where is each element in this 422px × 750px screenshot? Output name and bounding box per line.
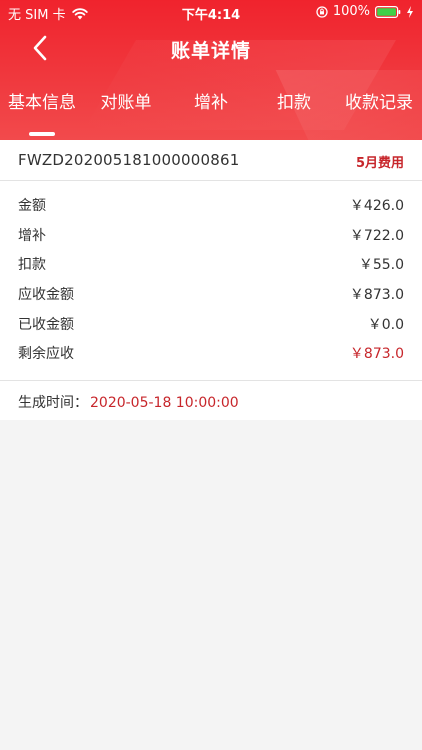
- page-title: 账单详情: [170, 40, 251, 62]
- amount-row-remaining: 剩余应收 ￥873.0: [0, 339, 422, 369]
- amount-list: 金额 ￥426.0 增补 ￥722.0 扣款 ￥55.0 应收金额 ￥873.0…: [0, 191, 422, 369]
- generated-time-row: 生成时间： 2020-05-18 10:00:00: [18, 392, 239, 412]
- amount-label: 增补: [18, 227, 46, 244]
- generated-time-label: 生成时间：: [18, 395, 88, 411]
- tab-statement[interactable]: 对账单: [92, 88, 160, 124]
- generated-time-value: 2020-05-18 10:00:00: [90, 395, 239, 411]
- amount-value: ￥426.0: [349, 198, 404, 214]
- amount-value: ￥722.0: [349, 227, 404, 244]
- divider: [0, 380, 422, 381]
- amount-row-received: 已收金额 ￥0.0: [0, 310, 422, 340]
- header: 无 SIM 卡 下午4:14 100% 账单详情 基本信息 对账单 增补 扣款 …: [0, 0, 422, 140]
- status-bar: 无 SIM 卡 下午4:14 100%: [0, 0, 422, 24]
- amount-value: ￥873.0: [349, 287, 404, 304]
- orientation-lock-icon: [316, 5, 328, 18]
- tab-basic-info[interactable]: 基本信息: [2, 88, 82, 124]
- amount-row-receivable: 应收金额 ￥873.0: [0, 280, 422, 310]
- amount-label: 扣款: [18, 257, 46, 274]
- amount-label: 应收金额: [18, 287, 74, 304]
- battery-icon: [375, 5, 401, 18]
- tab-deduction[interactable]: 扣款: [271, 88, 317, 124]
- tab-payment-records[interactable]: 收款记录: [338, 88, 420, 124]
- status-right: 100%: [316, 4, 414, 19]
- amount-row-amount: 金额 ￥426.0: [0, 191, 422, 221]
- tab-bar: 基本信息 对账单 增补 扣款 收款记录: [0, 88, 422, 124]
- tab-supplement[interactable]: 增补: [188, 88, 234, 124]
- bill-number: FWZD202005181000000861: [18, 151, 240, 169]
- amount-label: 金额: [18, 198, 46, 214]
- bill-month-badge: 5月费用: [355, 156, 404, 171]
- amount-row-supplement: 增补 ￥722.0: [0, 221, 422, 251]
- bill-detail-card: FWZD202005181000000861 5月费用 金额 ￥426.0 增补…: [0, 140, 422, 420]
- navbar: 账单详情: [0, 28, 422, 68]
- active-tab-indicator: [29, 132, 55, 136]
- battery-percent: 100%: [332, 4, 370, 19]
- amount-row-deduction: 扣款 ￥55.0: [0, 250, 422, 280]
- bill-header-row: FWZD202005181000000861 5月费用: [0, 140, 422, 181]
- charging-bolt-icon: [407, 5, 413, 18]
- amount-value: ￥55.0: [358, 257, 404, 274]
- amount-value: ￥0.0: [367, 316, 404, 333]
- amount-label: 已收金额: [18, 316, 74, 333]
- amount-label: 剩余应收: [18, 346, 74, 363]
- amount-value-remaining: ￥873.0: [349, 346, 404, 363]
